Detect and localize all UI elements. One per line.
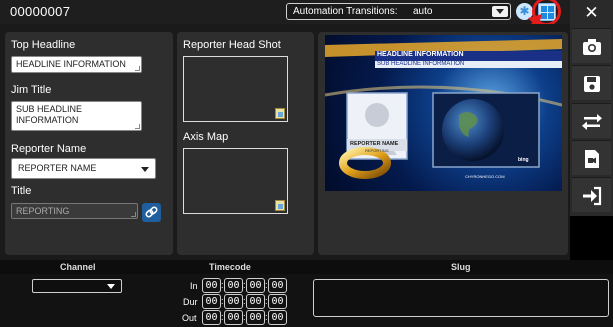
camera-button[interactable] xyxy=(572,28,611,63)
timecode-dur-label: Dur xyxy=(183,297,198,307)
axis-map-label: Axis Map xyxy=(183,131,229,143)
media-panel: Reporter Head Shot Axis Map xyxy=(177,32,314,255)
automation-transitions-select[interactable]: Automation Transitions: auto xyxy=(286,3,511,20)
graphic-preview: HEADLINE INFORMATION SUB HEADLINE INFORM… xyxy=(325,35,562,191)
timecode-separator: : xyxy=(221,312,224,322)
channel-label: Channel xyxy=(60,262,96,272)
title-label: Title xyxy=(11,185,32,197)
timecode-out-label: Out xyxy=(182,313,197,323)
reporter-name-label: Reporter Name xyxy=(11,143,87,155)
save-button[interactable] xyxy=(572,65,611,100)
jim-title-value: SUB HEADLINE INFORMATION xyxy=(16,104,83,125)
timecode-in-seconds[interactable]: 00 xyxy=(246,278,265,293)
automation-transitions-value: auto xyxy=(413,6,433,17)
link-button[interactable] xyxy=(142,203,161,222)
resize-grip[interactable] xyxy=(135,66,140,71)
preview-art xyxy=(325,39,562,179)
preview-reporter: REPORTER NAME xyxy=(350,141,399,147)
timecode-separator: : xyxy=(265,312,268,322)
channel-select[interactable] xyxy=(32,279,122,293)
timecode-out-frames[interactable]: 00 xyxy=(268,310,287,325)
timecode-out-seconds[interactable]: 00 xyxy=(246,310,265,325)
reporter-name-select[interactable]: REPORTER NAME xyxy=(11,158,156,179)
timecode-out-hours[interactable]: 00 xyxy=(202,310,221,325)
timecode-separator: : xyxy=(243,296,246,306)
top-bar: 00000007 Automation Transitions: auto ✱ xyxy=(0,0,570,26)
timecode-label: Timecode xyxy=(209,262,251,272)
jim-title-label: Jim Title xyxy=(11,84,52,96)
resize-grip[interactable] xyxy=(131,212,136,217)
timecode-in-label: In xyxy=(190,281,198,291)
top-headline-value: HEADLINE INFORMATION xyxy=(16,59,126,69)
video-file-button[interactable] xyxy=(572,140,611,175)
preview-subheadline: SUB HEADLINE INFORMATION xyxy=(377,61,465,67)
camera-icon xyxy=(583,39,601,55)
timecode-separator: : xyxy=(265,296,268,306)
reporter-head-shot-drop[interactable] xyxy=(183,56,288,122)
timecode-in-minutes[interactable]: 00 xyxy=(224,278,243,293)
chevron-down-icon xyxy=(141,167,149,172)
timecode-dur-minutes[interactable]: 00 xyxy=(224,294,243,309)
top-headline-input[interactable]: HEADLINE INFORMATION xyxy=(11,56,142,73)
title-input[interactable]: REPORTING xyxy=(11,203,138,219)
template-id: 00000007 xyxy=(10,4,71,19)
timecode-separator: : xyxy=(221,296,224,306)
image-icon[interactable] xyxy=(275,108,285,119)
timecode-dur-frames[interactable]: 00 xyxy=(268,294,287,309)
sign-in-icon xyxy=(583,186,602,206)
timecode-separator: : xyxy=(243,312,246,322)
slug-label: Slug xyxy=(451,262,471,272)
timecode-in-hours[interactable]: 00 xyxy=(202,278,221,293)
title-value: REPORTING xyxy=(16,206,70,216)
video-file-icon xyxy=(585,150,599,168)
jim-title-input[interactable]: SUB HEADLINE INFORMATION xyxy=(11,101,142,131)
sign-in-button[interactable] xyxy=(572,177,611,212)
resize-grip[interactable] xyxy=(135,124,140,129)
automation-transitions-label: Automation Transitions: xyxy=(293,6,398,17)
preview-headline: HEADLINE INFORMATION xyxy=(377,51,464,58)
timecode-separator: : xyxy=(221,280,224,290)
swap-button[interactable] xyxy=(572,103,611,138)
right-sidebar: ✕ xyxy=(570,0,613,216)
preview-credit: CHYRONHEGO.COM xyxy=(465,174,505,179)
link-icon xyxy=(145,206,158,218)
swap-icon xyxy=(582,114,602,130)
preview-reporting: REPORTING xyxy=(365,148,389,153)
bottom-bar: Channel Timecode Slug In Dur Out 00 00 0… xyxy=(0,260,613,327)
timecode-separator: : xyxy=(243,280,246,290)
reporter-name-value: REPORTER NAME xyxy=(18,163,97,173)
image-icon[interactable] xyxy=(275,200,285,211)
timecode-dur-seconds[interactable]: 00 xyxy=(246,294,265,309)
fields-panel: Top Headline HEADLINE INFORMATION Jim Ti… xyxy=(5,32,173,255)
timecode-in-frames[interactable]: 00 xyxy=(268,278,287,293)
timecode-dur-hours[interactable]: 00 xyxy=(202,294,221,309)
preview-watermark: bing xyxy=(518,157,529,163)
top-headline-label: Top Headline xyxy=(11,39,76,51)
chevron-down-icon xyxy=(107,284,115,289)
axis-map-drop[interactable] xyxy=(183,148,288,214)
reporter-head-shot-label: Reporter Head Shot xyxy=(183,39,281,51)
timecode-out-minutes[interactable]: 00 xyxy=(224,310,243,325)
timecode-separator: : xyxy=(265,280,268,290)
close-icon[interactable]: ✕ xyxy=(570,0,613,26)
save-icon xyxy=(584,76,600,92)
slug-input[interactable] xyxy=(313,279,609,317)
